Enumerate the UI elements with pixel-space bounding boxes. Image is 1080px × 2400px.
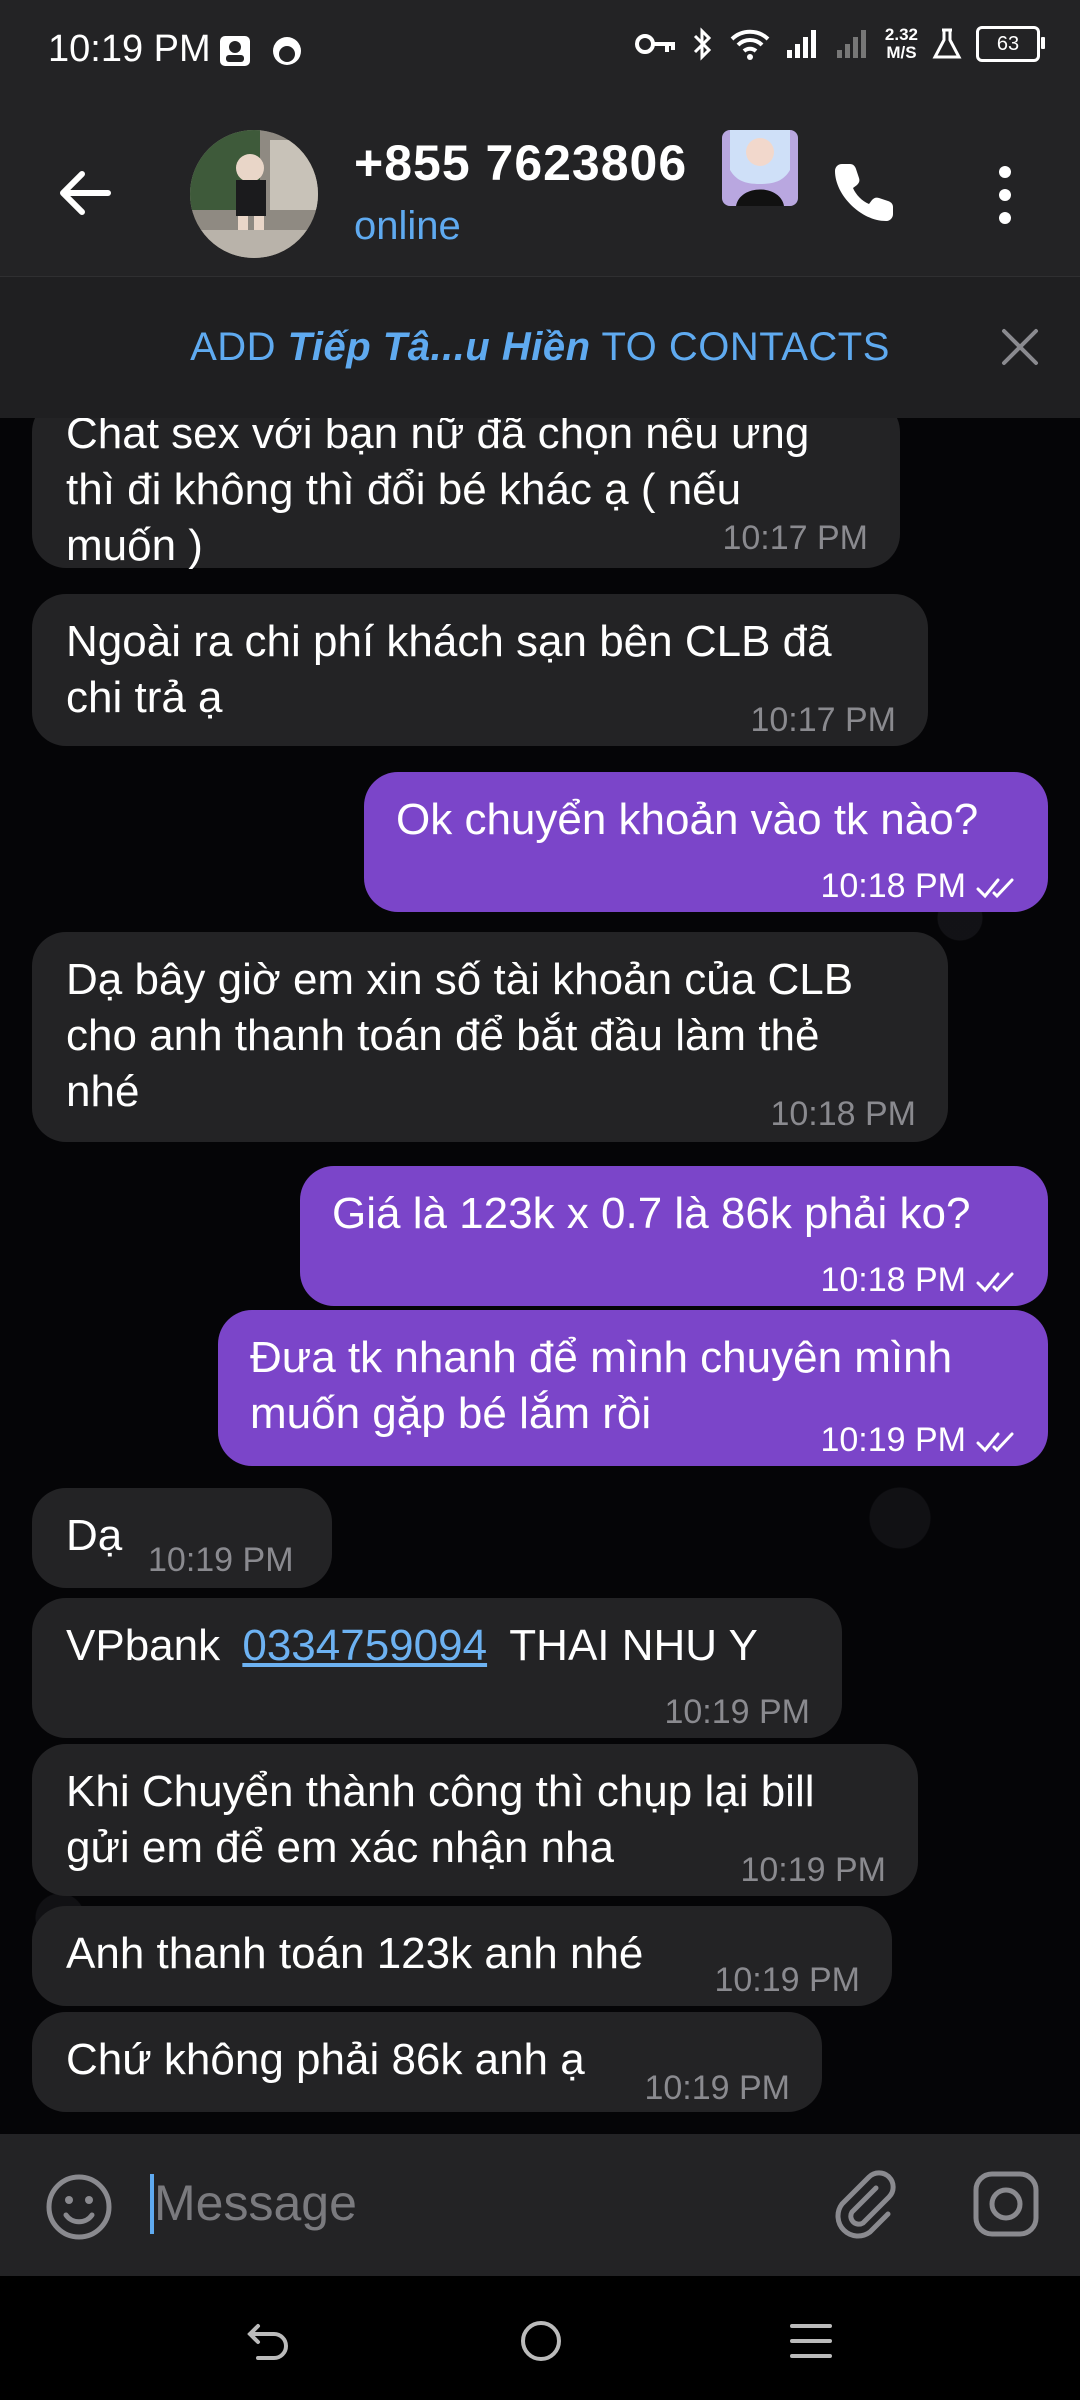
nav-back-icon[interactable] xyxy=(244,2316,294,2366)
account-holder: THAI NHU Y xyxy=(509,1621,758,1670)
message-bubble-incoming[interactable]: Dạ bây giờ em xin số tài khoản của CLB c… xyxy=(32,932,948,1142)
flask-icon xyxy=(932,28,962,59)
double-check-icon xyxy=(976,878,1014,899)
add-to-contacts-bar: ADD Tiếp Tâ...u Hiền TO CONTACTS xyxy=(0,276,1080,419)
message-time: 10:17 PM xyxy=(722,519,868,557)
notification-app-icon xyxy=(220,36,250,66)
message-time: 10:19 PM xyxy=(714,1961,860,1999)
status-time: 10:19 PM xyxy=(48,28,211,70)
message-text: Dạ bây giờ em xin số tài khoản của CLB c… xyxy=(66,955,854,1116)
message-bubble-incoming[interactable]: Chứ không phải 86k anh ạ 10:19 PM xyxy=(32,2012,822,2112)
message-bubble-incoming[interactable]: Ngoài ra chi phí khách sạn bên CLB đã ch… xyxy=(32,594,928,746)
nav-menu-icon[interactable] xyxy=(786,2316,836,2366)
bluetooth-icon xyxy=(693,27,712,61)
message-text: Giá là 123k x 0.7 là 86k phải ko? xyxy=(332,1189,971,1238)
phone-call-icon[interactable] xyxy=(830,156,900,226)
battery-indicator: 63 xyxy=(976,26,1045,62)
message-time: 10:19 PM xyxy=(644,2069,790,2107)
message-time: 10:18 PM xyxy=(770,1095,916,1133)
close-icon[interactable] xyxy=(998,325,1042,369)
message-time: 10:17 PM xyxy=(750,701,896,739)
online-status: online xyxy=(354,204,461,248)
attach-paperclip-icon[interactable] xyxy=(830,2170,900,2240)
message-text: Ngoài ra chi phí khách sạn bên CLB đã ch… xyxy=(66,617,832,722)
message-bubble-outgoing[interactable]: Ok chuyển khoản vào tk nào? 10:18 PM xyxy=(364,772,1048,912)
bank-name: VPbank xyxy=(66,1621,221,1670)
message-time: 10:19 PM xyxy=(820,1412,1026,1468)
message-time: 10:19 PM xyxy=(740,1851,886,1889)
message-text: Chứ không phải 86k anh ạ xyxy=(66,2035,585,2084)
message-time: 10:18 PM xyxy=(820,858,1026,914)
account-number-link[interactable]: 0334759094 xyxy=(242,1621,487,1670)
contact-name: Tiếp Tâ...u Hiền xyxy=(287,325,591,369)
message-input[interactable]: Message xyxy=(154,2174,357,2232)
signal-2-icon xyxy=(836,30,866,58)
signal-icon xyxy=(786,30,816,58)
message-composer: Message xyxy=(0,2134,1080,2276)
message-text: Khi Chuyển thành công thì chụp lại bill … xyxy=(66,1767,815,1872)
more-options-icon[interactable] xyxy=(990,160,1020,230)
message-bubble-incoming[interactable]: Chat sex với bạn nữ đã chọn nếu ưng thì … xyxy=(32,418,900,570)
emoji-icon[interactable] xyxy=(44,2172,114,2242)
message-text: Ok chuyển khoản vào tk nào? xyxy=(396,795,979,844)
message-bubble-incoming[interactable]: Anh thanh toán 123k anh nhé 10:19 PM xyxy=(32,1906,892,2006)
network-speed: 2.32 M/S xyxy=(884,25,918,62)
notification-flame-icon xyxy=(273,37,301,65)
message-time: 10:19 PM xyxy=(664,1693,810,1731)
profile-thumbnail[interactable] xyxy=(722,130,798,206)
message-text: Anh thanh toán 123k anh nhé xyxy=(66,1929,644,1978)
message-bubble-outgoing[interactable]: Đưa tk nhanh để mình chuyên mình muốn gặ… xyxy=(218,1310,1048,1466)
nav-home-icon[interactable] xyxy=(516,2316,566,2366)
system-navigation-bar xyxy=(0,2276,1080,2400)
message-text: Chat sex với bạn nữ đã chọn nếu ưng thì … xyxy=(66,418,810,570)
message-text: Dạ xyxy=(66,1511,123,1560)
vpn-key-icon xyxy=(634,34,675,54)
message-time: 10:19 PM xyxy=(148,1541,294,1579)
message-bubble-incoming[interactable]: Khi Chuyển thành công thì chụp lại bill … xyxy=(32,1744,918,1896)
camera-icon[interactable] xyxy=(970,2168,1042,2240)
double-check-icon xyxy=(976,1272,1014,1293)
message-bubble-outgoing[interactable]: Giá là 123k x 0.7 là 86k phải ko? 10:18 … xyxy=(300,1166,1048,1306)
message-bubble-incoming[interactable]: Dạ 10:19 PM xyxy=(32,1488,332,1588)
message-time: 10:18 PM xyxy=(820,1252,1026,1308)
wifi-icon xyxy=(730,29,770,60)
chat-title[interactable]: +855 7623806 xyxy=(354,134,714,192)
double-check-icon xyxy=(976,1432,1014,1453)
bank-details: VPbank 0334759094 THAI NHU Y xyxy=(66,1618,758,1674)
avatar-photo xyxy=(190,130,318,258)
message-bubble-incoming[interactable]: VPbank 0334759094 THAI NHU Y 10:19 PM xyxy=(32,1598,842,1738)
chat-header: +855 7623806 online xyxy=(0,108,1080,276)
status-bar: 10:19 PM 2.32 M/S 63 xyxy=(0,0,1080,108)
message-list[interactable]: Chat sex với bạn nữ đã chọn nếu ưng thì … xyxy=(0,418,1080,2134)
back-arrow-icon[interactable] xyxy=(50,158,120,228)
add-to-contacts-button[interactable]: ADD Tiếp Tâ...u Hiền TO CONTACTS xyxy=(0,325,1080,370)
avatar[interactable] xyxy=(190,130,318,258)
